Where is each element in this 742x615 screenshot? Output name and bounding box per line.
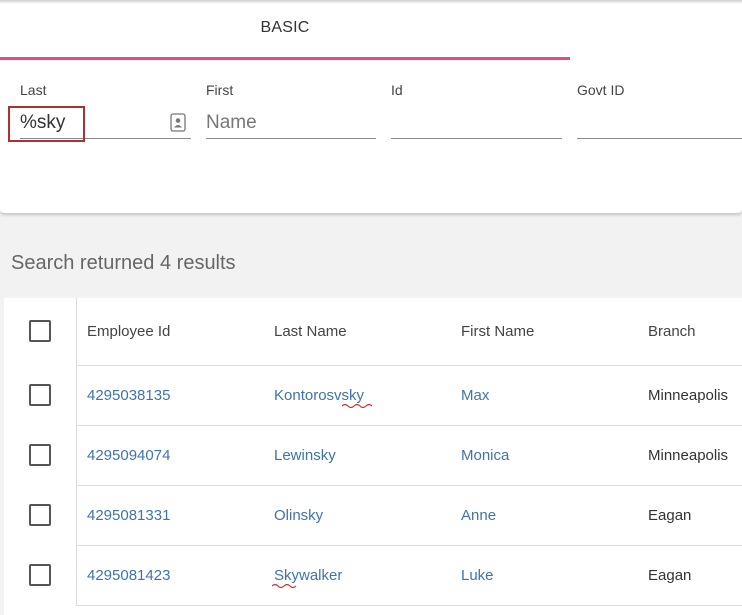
row-checkbox-1[interactable] bbox=[29, 384, 51, 406]
select-all-checkbox[interactable] bbox=[29, 320, 51, 342]
results-caption: Search returned 4 results bbox=[11, 252, 236, 274]
header-first-name[interactable]: First Name bbox=[461, 298, 534, 365]
row-checkbox-2[interactable] bbox=[29, 444, 51, 466]
first-name-link[interactable]: Luke bbox=[461, 546, 494, 605]
id-label: Id bbox=[391, 82, 403, 98]
id-field: Id bbox=[391, 82, 562, 140]
employee-id-link[interactable]: 4295081423 bbox=[87, 546, 170, 605]
results-table: Employee Id Last Name First Name Branch … bbox=[4, 298, 742, 615]
id-input[interactable] bbox=[391, 108, 562, 139]
govt-id-field: Govt ID bbox=[577, 82, 742, 140]
search-panel: BASIC Last First Id Govt ID bbox=[0, 0, 742, 214]
table-row: 4295081331 Olinsky Anne Eagan bbox=[76, 486, 742, 546]
employee-id-link[interactable]: 4295081331 bbox=[87, 486, 170, 545]
last-name-link[interactable]: Kontorosvsky bbox=[274, 387, 372, 408]
table-row: 4295038135 Kontorosvsky Max Minneapolis bbox=[76, 366, 742, 426]
last-name-label: Last bbox=[20, 82, 47, 98]
contact-card-icon[interactable] bbox=[170, 113, 186, 132]
last-name-field: Last bbox=[20, 82, 191, 140]
first-name-link[interactable]: Monica bbox=[461, 426, 509, 485]
last-name-cell: Skywalker bbox=[272, 546, 343, 605]
branch-cell: Eagan bbox=[648, 567, 692, 584]
table-row: 4295094074 Lewinsky Monica Minneapolis bbox=[76, 426, 742, 486]
first-name-label: First bbox=[206, 82, 234, 98]
table-header-row: Employee Id Last Name First Name Branch bbox=[76, 298, 742, 366]
last-name-link[interactable]: Olinsky bbox=[274, 486, 323, 545]
checkbox-column bbox=[4, 298, 76, 615]
employee-id-link[interactable]: 4295094074 bbox=[87, 426, 170, 485]
last-name-text: Skywalker bbox=[274, 567, 343, 584]
first-name-link[interactable]: Max bbox=[461, 366, 489, 425]
row-checkbox-3[interactable] bbox=[29, 504, 51, 526]
last-name-link[interactable]: Skywalker bbox=[272, 567, 343, 588]
header-employee-id[interactable]: Employee Id bbox=[87, 298, 170, 365]
header-last-name[interactable]: Last Name bbox=[274, 298, 347, 365]
first-name-link[interactable]: Anne bbox=[461, 486, 496, 545]
last-name-cell: Kontorosvsky bbox=[274, 366, 372, 425]
table-row: 4295081423 Skywalker Luke Eagan bbox=[76, 546, 742, 606]
first-name-field: First bbox=[206, 82, 376, 140]
tab-bar: BASIC bbox=[0, 0, 742, 60]
header-branch[interactable]: Branch bbox=[648, 298, 696, 365]
last-name-input[interactable] bbox=[20, 108, 191, 139]
branch-cell: Minneapolis bbox=[648, 447, 729, 464]
row-checkbox-4[interactable] bbox=[29, 564, 51, 586]
employee-id-link[interactable]: 4295038135 bbox=[87, 366, 170, 425]
last-name-text: Kontorosvsky bbox=[274, 387, 365, 404]
branch-cell: Eagan bbox=[648, 507, 692, 524]
tab-basic[interactable]: BASIC bbox=[0, 0, 570, 60]
govt-id-label: Govt ID bbox=[577, 82, 625, 98]
last-name-link[interactable]: Lewinsky bbox=[274, 426, 336, 485]
first-name-input[interactable] bbox=[206, 108, 376, 139]
govt-id-input[interactable] bbox=[577, 108, 742, 139]
branch-cell: Minneapolis bbox=[648, 387, 729, 404]
